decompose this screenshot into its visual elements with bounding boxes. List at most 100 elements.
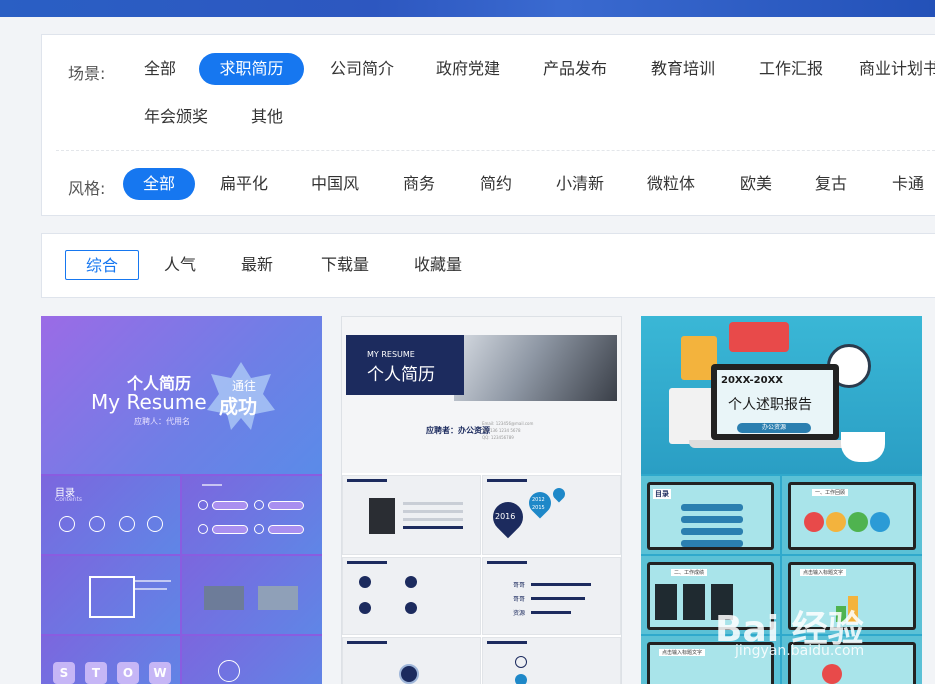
toc-item — [681, 516, 743, 523]
top-banner — [0, 0, 935, 17]
cover-title: 个人简历 — [367, 365, 435, 385]
template-cover: 20XX-20XX 个人述职报告 办公资源 — [641, 316, 922, 474]
shuffle-icon — [119, 516, 135, 532]
settings-icon — [147, 516, 163, 532]
profile-photo — [369, 498, 395, 534]
scene-option-product[interactable]: 产品发布 — [535, 53, 615, 85]
slide-thumb-info — [182, 476, 322, 554]
cover-photo — [454, 335, 617, 401]
section-title: 点击输入标题文字 — [659, 649, 706, 656]
scene-option-all[interactable]: 全部 — [136, 53, 184, 85]
toc-subtitle: Contents — [55, 496, 82, 503]
sort-option-overall[interactable]: 综合 — [65, 250, 139, 280]
style-option-western[interactable]: 欧美 — [726, 168, 786, 200]
filter-panel: 场景: 全部 求职简历 公司简介 政府党建 产品发布 教育培训 工作汇报 商业计… — [41, 34, 935, 216]
slide-header — [487, 641, 527, 644]
cover-tag: MY RESUME — [367, 350, 415, 359]
style-option-fresh[interactable]: 小清新 — [546, 168, 614, 200]
style-option-simple[interactable]: 简约 — [466, 168, 526, 200]
timeline-label: 2015 — [532, 505, 545, 511]
skill-label: 资源 — [513, 610, 526, 617]
watermark-url: jingyan.baidu.com — [735, 643, 865, 659]
template-cover: 个人简历 My Resume 应聘人：代用名 通往 成功 — [41, 316, 322, 474]
info-pill — [212, 501, 248, 510]
photo-thumb — [204, 586, 244, 610]
slide-thumb-awards — [342, 557, 481, 635]
chart-chip — [804, 512, 824, 532]
num-icon — [198, 500, 208, 510]
chart-chip — [826, 512, 846, 532]
timeline-label: 2012 — [532, 497, 545, 503]
scene-option-report[interactable]: 工作汇报 — [751, 53, 831, 85]
scene-label: 场景: — [68, 64, 106, 83]
slide-header — [347, 641, 387, 644]
slide-thumb-profile — [342, 475, 481, 555]
scene-option-government[interactable]: 政府党建 — [428, 53, 508, 85]
style-option-micro[interactable]: 微粒体 — [637, 168, 705, 200]
slide-thumb-contents: 目录 Contents — [41, 476, 180, 554]
timeline-year: 2016 — [495, 512, 516, 521]
template-card-purple-resume[interactable]: 个人简历 My Resume 应聘人：代用名 通往 成功 目录 Contents — [41, 316, 322, 684]
slide-thumb-intro — [41, 556, 180, 634]
info-bar — [403, 502, 463, 505]
slide-line — [133, 580, 171, 582]
gear-icon — [822, 664, 842, 684]
phone-mock — [683, 584, 705, 620]
section-title: 一、工作回顾 — [812, 489, 849, 496]
stow-letter: O — [117, 662, 139, 684]
slide-thumb-skills: 哥哥 哥哥 资源 — [482, 557, 621, 635]
chart-chip — [848, 512, 868, 532]
scene-option-business-plan[interactable]: 商业计划书 — [859, 53, 935, 85]
slide-thumb-chart — [182, 636, 322, 684]
style-option-chinese[interactable]: 中国风 — [301, 168, 369, 200]
cover-applicant: 应聘人：代用名 — [134, 417, 190, 426]
slide-thumb-plan — [482, 637, 621, 684]
section-title: 点击输入标题文字 — [800, 569, 847, 576]
slide-thumb-review: 一、工作回顾 — [782, 476, 922, 554]
scene-option-education[interactable]: 教育培训 — [643, 53, 723, 85]
eye-icon — [59, 516, 75, 532]
num-icon — [254, 500, 264, 510]
scene-option-resume[interactable]: 求职简历 — [199, 53, 304, 85]
sort-option-favorites[interactable]: 收藏量 — [405, 250, 471, 280]
sort-option-newest[interactable]: 最新 — [231, 250, 283, 280]
slide-header — [487, 561, 527, 564]
style-option-business[interactable]: 商务 — [389, 168, 449, 200]
phone-mock — [655, 584, 677, 620]
style-option-all[interactable]: 全部 — [123, 168, 195, 200]
scene-option-other[interactable]: 其他 — [243, 101, 291, 133]
stow-letter: S — [53, 662, 75, 684]
toc-item — [681, 540, 743, 547]
skill-label: 哥哥 — [513, 582, 526, 589]
timeline-drop — [550, 485, 568, 503]
info-pill — [268, 525, 304, 534]
skill-bar — [531, 583, 591, 586]
scene-option-company[interactable]: 公司简介 — [322, 53, 402, 85]
cover-applicant: 应聘者：办公资源 — [426, 426, 490, 435]
style-option-cartoon[interactable]: 卡通 — [878, 168, 935, 200]
template-card-navy-resume[interactable]: MY RESUME 个人简历 应聘者：办公资源 Email: 123456@ma… — [341, 316, 622, 684]
info-bar — [403, 510, 463, 513]
style-option-retro[interactable]: 复古 — [801, 168, 861, 200]
step-icon — [515, 656, 527, 668]
gear-icon — [89, 516, 105, 532]
sort-option-popular[interactable]: 人气 — [154, 250, 206, 280]
cover-contact: Email: 123456@mail.com Tel: 136 1234 567… — [482, 421, 534, 440]
laptop-base — [689, 440, 861, 448]
cover-author: 办公资源 — [737, 423, 811, 433]
scene-option-annual[interactable]: 年会颁奖 — [136, 101, 216, 133]
medal-icon — [359, 576, 371, 588]
style-option-flat[interactable]: 扁平化 — [210, 168, 278, 200]
slide-header — [487, 479, 527, 482]
chart-circle — [218, 660, 240, 682]
skill-bar — [531, 611, 571, 614]
skill-bar — [531, 597, 585, 600]
medal-icon — [359, 602, 371, 614]
stow-letter: T — [85, 662, 107, 684]
num-icon — [198, 524, 208, 534]
toc-item — [681, 528, 743, 535]
chart-chip — [870, 512, 890, 532]
cup-icon — [841, 432, 885, 462]
sort-option-downloads[interactable]: 下载量 — [312, 250, 378, 280]
slide-thumb-photos — [182, 556, 322, 634]
